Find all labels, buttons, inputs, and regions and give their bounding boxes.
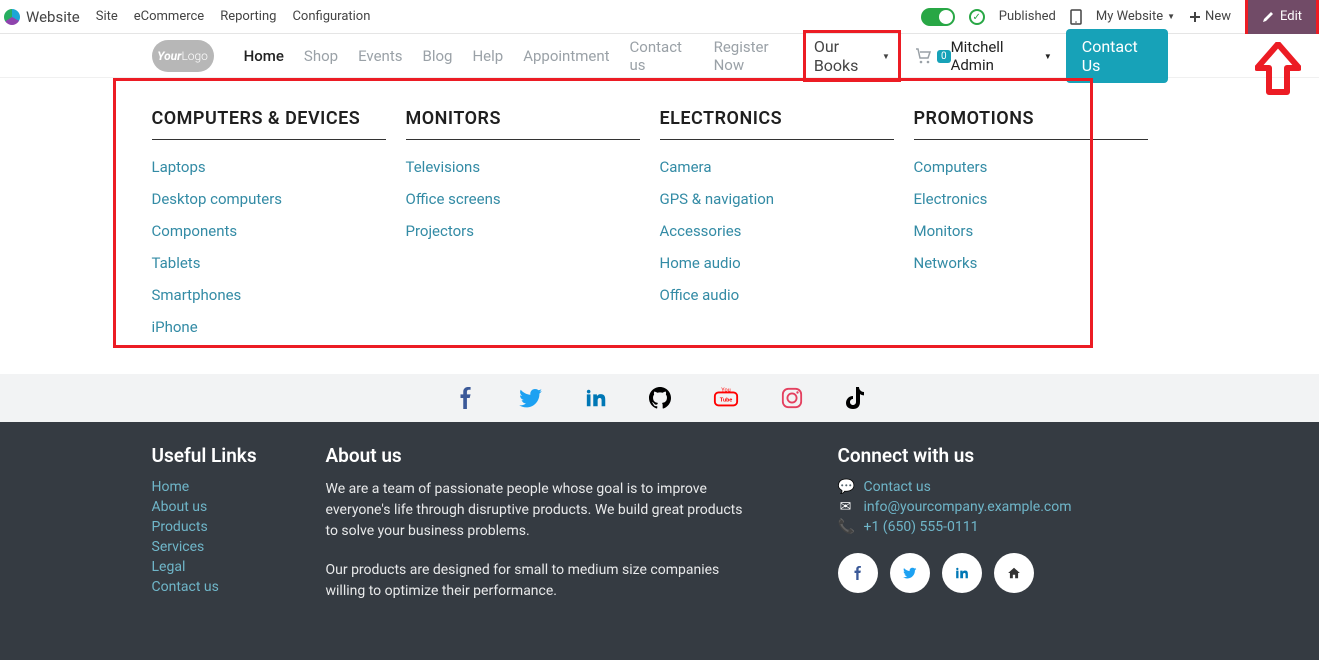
published-toggle[interactable] — [921, 8, 955, 26]
connect-email[interactable]: info@yourcompany.example.com — [864, 499, 1072, 515]
mega-link[interactable]: Office screens — [406, 190, 640, 208]
mega-link[interactable]: Office audio — [660, 286, 894, 304]
plus-icon — [1189, 11, 1201, 23]
topmenu-site[interactable]: Site — [96, 9, 118, 24]
github-icon[interactable] — [649, 387, 671, 409]
app-brand[interactable]: Website — [4, 8, 80, 26]
footer-twitter[interactable] — [890, 553, 930, 593]
phone-icon: 📞 — [838, 519, 854, 535]
nav-help[interactable]: Help — [462, 47, 513, 65]
cart-icon — [915, 48, 933, 64]
footer: Useful Links Home About us Products Serv… — [0, 422, 1319, 660]
mail-icon: ✉ — [838, 499, 854, 515]
social-bar: You Tube — [0, 374, 1319, 422]
contact-us-button[interactable]: Contact Us — [1066, 29, 1168, 83]
connect-title: Connect with us — [838, 444, 1168, 467]
mega-link[interactable]: Laptops — [152, 158, 386, 176]
svg-text:Tube: Tube — [719, 398, 732, 404]
mega-link[interactable]: Desktop computers — [152, 190, 386, 208]
topmenu-configuration[interactable]: Configuration — [292, 9, 370, 24]
instagram-icon[interactable] — [781, 387, 803, 409]
footer-link-contact[interactable]: Contact us — [152, 579, 326, 595]
footer-link-home[interactable]: Home — [152, 479, 326, 495]
new-button[interactable]: New — [1189, 9, 1231, 24]
footer-link-services[interactable]: Services — [152, 539, 326, 555]
mega-link[interactable]: Monitors — [914, 222, 1148, 240]
mega-link[interactable]: Accessories — [660, 222, 894, 240]
mobile-preview-button[interactable] — [1070, 9, 1082, 25]
mobile-icon — [1070, 9, 1082, 25]
mega-col-computers: COMPUTERS & DEVICES Laptops Desktop comp… — [152, 108, 406, 350]
connect-contact-link[interactable]: Contact us — [864, 479, 931, 495]
mega-col-electronics: ELECTRONICS Camera GPS & navigation Acce… — [660, 108, 914, 350]
youtube-icon[interactable]: You Tube — [713, 387, 739, 409]
about-us-title: About us — [326, 444, 756, 467]
edit-button[interactable]: Edit — [1248, 0, 1316, 34]
nav-our-books[interactable]: Our Books ▼ — [803, 30, 901, 82]
about-us-text-2: Our products are designed for small to m… — [326, 560, 756, 602]
edit-button-highlight: Edit — [1245, 0, 1319, 34]
nav-home[interactable]: Home — [234, 47, 294, 65]
speech-icon: 💬 — [838, 479, 854, 495]
site-logo[interactable]: YourLogo — [152, 40, 214, 72]
mega-link[interactable]: Tablets — [152, 254, 386, 272]
website-app-icon — [4, 9, 20, 25]
site-nav: YourLogo Home Shop Events Blog Help Appo… — [0, 34, 1319, 78]
mega-link[interactable]: Smartphones — [152, 286, 386, 304]
facebook-icon[interactable] — [455, 387, 477, 409]
footer-facebook[interactable] — [838, 553, 878, 593]
topmenu-ecommerce[interactable]: eCommerce — [134, 9, 204, 24]
mega-menu: COMPUTERS & DEVICES Laptops Desktop comp… — [152, 78, 1168, 374]
nav-shop[interactable]: Shop — [294, 47, 348, 65]
cart-count-badge: 0 — [937, 50, 951, 63]
mega-col-title: COMPUTERS & DEVICES — [152, 108, 386, 129]
about-us-text-1: We are a team of passionate people whose… — [326, 479, 756, 542]
twitter-icon[interactable] — [519, 386, 543, 410]
mega-col-promotions: PROMOTIONS Computers Electronics Monitor… — [914, 108, 1168, 350]
nav-register[interactable]: Register Now — [704, 38, 803, 74]
connect-phone[interactable]: +1 (650) 555-0111 — [864, 519, 979, 535]
website-switcher[interactable]: My Website▼ — [1096, 9, 1175, 24]
mega-link[interactable]: Projectors — [406, 222, 640, 240]
tiktok-icon[interactable] — [845, 387, 865, 409]
mega-col-title: MONITORS — [406, 108, 640, 129]
footer-home[interactable] — [994, 553, 1034, 593]
mega-link[interactable]: Computers — [914, 158, 1148, 176]
check-icon: ✓ — [969, 9, 985, 25]
mega-link[interactable]: GPS & navigation — [660, 190, 894, 208]
mega-link[interactable]: Camera — [660, 158, 894, 176]
footer-link-about[interactable]: About us — [152, 499, 326, 515]
mega-link[interactable]: iPhone — [152, 318, 386, 336]
linkedin-icon[interactable] — [585, 387, 607, 409]
nav-contactus[interactable]: Contact us — [620, 38, 704, 74]
nav-appointment[interactable]: Appointment — [513, 47, 619, 65]
mega-col-monitors: MONITORS Televisions Office screens Proj… — [406, 108, 660, 350]
mega-link[interactable]: Networks — [914, 254, 1148, 272]
user-menu[interactable]: Mitchell Admin▼ — [951, 38, 1052, 74]
mega-link[interactable]: Components — [152, 222, 386, 240]
cart-button[interactable]: 0 — [915, 48, 951, 64]
mega-link[interactable]: Televisions — [406, 158, 640, 176]
footer-link-legal[interactable]: Legal — [152, 559, 326, 575]
mega-col-title: ELECTRONICS — [660, 108, 894, 129]
published-label: Published — [999, 9, 1056, 24]
footer-link-products[interactable]: Products — [152, 519, 326, 535]
mega-link[interactable]: Home audio — [660, 254, 894, 272]
svg-text:You: You — [721, 388, 730, 394]
footer-linkedin[interactable] — [942, 553, 982, 593]
nav-events[interactable]: Events — [348, 47, 412, 65]
mega-col-title: PROMOTIONS — [914, 108, 1148, 129]
pencil-icon — [1262, 11, 1274, 23]
mega-link[interactable]: Electronics — [914, 190, 1148, 208]
topmenu-reporting[interactable]: Reporting — [220, 9, 276, 24]
nav-blog[interactable]: Blog — [412, 47, 462, 65]
useful-links-title: Useful Links — [152, 444, 326, 467]
chevron-down-icon: ▼ — [882, 52, 890, 61]
